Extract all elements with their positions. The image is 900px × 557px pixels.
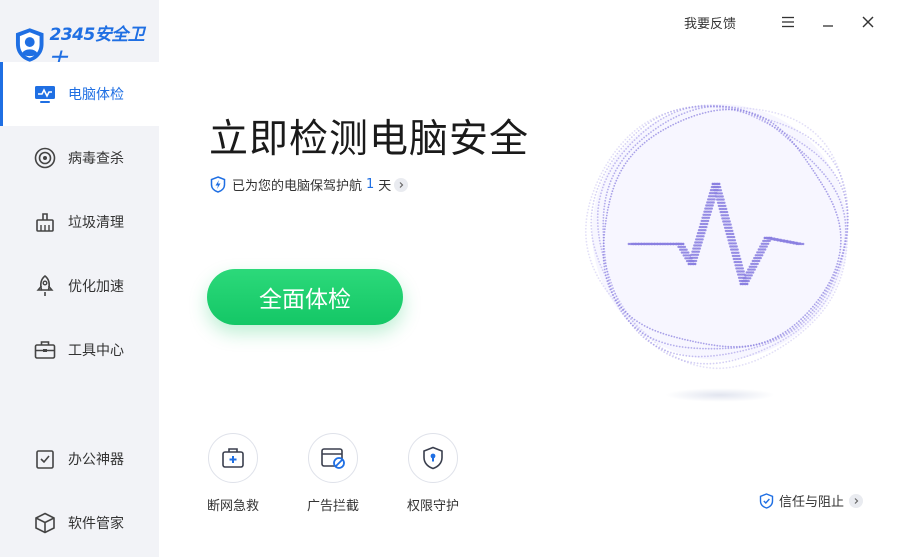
tool-ad-block[interactable]: 广告拦截 (298, 433, 368, 514)
sidebar-item-label: 工具中心 (68, 343, 124, 359)
clipboard-check-icon (34, 448, 56, 470)
sidebar-item-label: 办公神器 (68, 452, 124, 468)
cube-icon (34, 512, 56, 534)
protect-days-count: 1 (366, 177, 375, 192)
sidebar-item-pc-check[interactable]: 电脑体检 (0, 62, 159, 126)
sidebar-item-junk-clean[interactable]: 垃圾清理 (0, 190, 159, 254)
shield-lock-icon (408, 433, 458, 483)
hamburger-menu-icon[interactable] (778, 12, 798, 32)
shield-bolt-icon (210, 176, 226, 193)
title-bar: 我要反馈 (684, 12, 878, 32)
tool-network-rescue[interactable]: 断网急救 (198, 433, 268, 514)
sidebar-item-label: 软件管家 (68, 516, 124, 532)
shield-check-icon (759, 492, 774, 509)
sidebar: 2345安全卫士 电脑体检 病毒查杀 垃圾清理 优化加速 工具中心 办公神器 软… (0, 0, 159, 557)
close-icon[interactable] (858, 12, 878, 32)
sidebar-item-virus-scan[interactable]: 病毒查杀 (0, 126, 159, 190)
full-scan-button[interactable]: 全面体检 (207, 269, 403, 325)
sidebar-item-software-manager[interactable]: 软件管家 (0, 491, 159, 555)
minimize-icon[interactable] (818, 12, 838, 32)
feedback-link[interactable]: 我要反馈 (684, 13, 736, 32)
sidebar-item-optimize[interactable]: 优化加速 (0, 254, 159, 318)
page-title: 立即检测电脑安全 (209, 117, 530, 162)
protect-text: 已为您的电脑保驾护航 (232, 179, 363, 194)
toolbox-icon (34, 339, 56, 361)
monitor-check-icon (34, 83, 56, 105)
shield-logo-icon (15, 28, 44, 62)
sidebar-item-label: 优化加速 (68, 279, 124, 295)
first-aid-kit-icon (208, 433, 258, 483)
sidebar-item-label: 垃圾清理 (68, 215, 124, 231)
tool-label: 断网急救 (206, 499, 259, 514)
trust-label: 信任与阻止 (779, 495, 845, 510)
target-icon (34, 147, 56, 169)
ad-block-window-icon (308, 433, 358, 483)
protect-unit: 天 (378, 179, 392, 194)
sidebar-item-label: 病毒查杀 (68, 151, 124, 167)
chevron-right-icon (394, 177, 409, 192)
rocket-icon (34, 275, 56, 297)
protection-days-link[interactable]: 已为您的电脑保驾护航 1 天 (210, 175, 409, 194)
tool-permission-guard[interactable]: 权限守护 (398, 433, 468, 514)
sidebar-item-label: 电脑体检 (68, 87, 124, 103)
chevron-right-icon (849, 493, 864, 508)
trust-and-block-link[interactable]: 信任与阻止 (759, 491, 864, 510)
broom-icon (34, 211, 56, 233)
sidebar-item-office-tools[interactable]: 办公神器 (0, 427, 159, 491)
tool-label: 广告拦截 (306, 499, 359, 514)
scan-orb-illustration (584, 104, 849, 370)
sidebar-item-tool-center[interactable]: 工具中心 (0, 318, 159, 382)
tool-label: 权限守护 (406, 499, 459, 514)
orb-shadow (665, 388, 775, 402)
